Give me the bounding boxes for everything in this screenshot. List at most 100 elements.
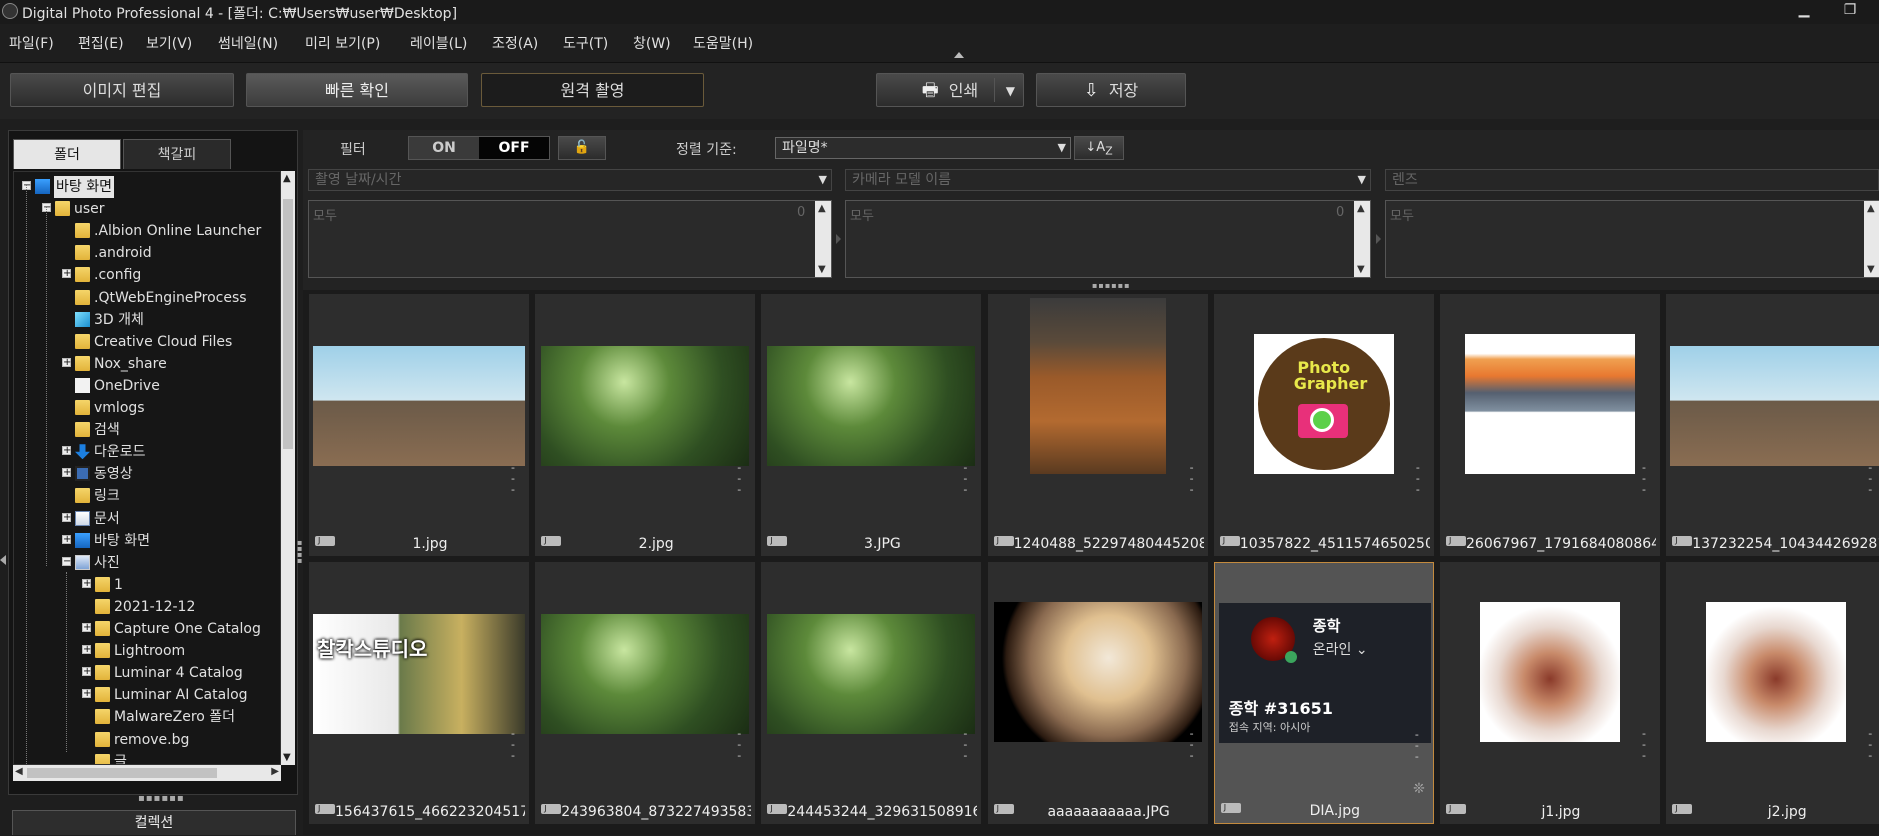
print-button[interactable]: 🖶 인쇄 ▼ xyxy=(876,73,1024,107)
tree-item[interactable]: + .config xyxy=(14,264,280,286)
thumbnail-image[interactable]: 종학 온라인 ⌄ 종학 #31651 접속 지역: 아시아 xyxy=(1218,603,1431,743)
thumbnail-cell[interactable]: - - - J 1.jpg xyxy=(309,294,529,556)
expand-icon[interactable]: + xyxy=(62,468,71,478)
tree-item[interactable]: Creative Cloud Files xyxy=(14,331,280,353)
tree-item[interactable]: .android xyxy=(14,242,280,264)
tree-item[interactable]: vmlogs xyxy=(14,397,280,419)
thumbnail-cell[interactable]: - - - Jaaaaaaaaaaa.JPG xyxy=(987,562,1208,824)
menu-view[interactable]: 보기(V) xyxy=(146,33,192,53)
expand-icon[interactable]: + xyxy=(62,357,71,367)
tree-item[interactable]: + 바탕 화면 xyxy=(14,530,280,552)
chevron-down-icon[interactable]: ▼ xyxy=(1006,74,1015,108)
tree-item[interactable]: + 문서 xyxy=(14,508,280,530)
thumbnail-cell[interactable]: - - - Jj1.jpg xyxy=(1440,562,1660,824)
image-edit-button[interactable]: 이미지 편집 xyxy=(10,73,234,107)
menu-edit[interactable]: 편집(E) xyxy=(78,33,124,53)
tree-vertical-scrollbar[interactable]: ▲ ▼ xyxy=(281,171,295,765)
expand-arrow-icon[interactable] xyxy=(836,234,841,244)
thumbnail-image[interactable] xyxy=(541,346,750,466)
expand-icon[interactable]: + xyxy=(62,512,71,522)
thumbnail-image[interactable] xyxy=(541,614,750,734)
thumbnail-cell[interactable]: - - - J 137232254_104344269281... xyxy=(1666,294,1879,556)
tree-item[interactable]: + Lightroom xyxy=(14,640,280,662)
tree-item[interactable]: 링크 xyxy=(14,485,280,507)
thumbnail-image[interactable] xyxy=(1465,334,1635,474)
expand-icon[interactable]: + xyxy=(82,689,91,699)
menu-tools[interactable]: 도구(T) xyxy=(563,33,608,53)
thumbnail-image[interactable]: 찰칵스튜디오 xyxy=(313,614,525,734)
panel-resize-grip[interactable]: ▪▪▪▪▪▪ xyxy=(138,793,185,804)
tree-item[interactable]: − user xyxy=(14,198,280,220)
thumbnail-image[interactable] xyxy=(1706,602,1847,742)
tree-item[interactable]: + Luminar AI Catalog xyxy=(14,684,280,706)
list-scrollbar[interactable]: ▲ ▼ xyxy=(815,201,831,277)
tree-horizontal-scrollbar[interactable]: ◀ ▶ xyxy=(13,765,281,781)
tree-item[interactable]: MalwareZero 폴더 xyxy=(14,706,280,728)
tree-item[interactable]: + Capture One Catalog xyxy=(14,618,280,640)
tree-item[interactable]: remove.bg xyxy=(14,729,280,751)
thumbnail-image[interactable] xyxy=(313,346,525,466)
tree-item[interactable]: 3D 개체 xyxy=(14,309,280,331)
thumbnail-cell[interactable]: - - - J 3.JPG xyxy=(761,294,982,556)
filter-lock-button[interactable]: 🔓 xyxy=(558,136,606,160)
filter-on[interactable]: ON xyxy=(409,137,479,159)
collapse-left-icon[interactable] xyxy=(0,555,6,565)
save-button[interactable]: ⇩ 저장 xyxy=(1036,73,1186,107)
menu-thumbnail[interactable]: 썸네일(N) xyxy=(218,33,278,53)
camera-model-list[interactable]: 모두 0 ▲ ▼ xyxy=(845,200,1371,278)
tree-item[interactable]: − 바탕 화면 xyxy=(14,176,280,198)
thumbnail-cell[interactable]: - - - J 2.jpg xyxy=(535,294,756,556)
camera-model-select[interactable]: 카메라 모델 이름 ▼ xyxy=(845,169,1371,191)
tree-item[interactable]: +1 xyxy=(14,574,280,596)
thumbnail-cell[interactable]: Photo Grapher - - - J 10357822_4511574650250.… xyxy=(1213,294,1434,556)
minimize-button[interactable]: ▁ xyxy=(1792,2,1816,22)
menu-window[interactable]: 창(W) xyxy=(633,33,671,53)
remote-shoot-button[interactable]: 원격 촬영 xyxy=(481,73,704,107)
expand-arrow-icon[interactable] xyxy=(1376,234,1381,244)
tree-item[interactable]: − 사진 xyxy=(14,552,280,574)
tree-item[interactable]: + 다운로드 xyxy=(14,441,280,463)
thumbnail-image[interactable]: Photo Grapher xyxy=(1253,334,1394,474)
expand-icon[interactable]: + xyxy=(82,578,91,588)
tab-folder[interactable]: 폴더 xyxy=(13,139,121,169)
tab-collection[interactable]: 컬렉션 xyxy=(12,810,296,835)
thumbnail-cell[interactable]: 찰칵스튜디오 - - - J 156437615_466223204517... xyxy=(309,562,529,824)
quick-check-button[interactable]: 빠른 확인 xyxy=(246,73,468,107)
thumbnail-cell[interactable]: - - - J 244453244_329631508916... xyxy=(761,562,982,824)
thumbnail-cell[interactable]: 종학 온라인 ⌄ 종학 #31651 접속 지역: 아시아 - - - ❊ J DIA.jpg xyxy=(1213,562,1434,824)
list-scrollbar[interactable]: ▲ ▼ xyxy=(1354,201,1370,277)
expand-icon[interactable]: + xyxy=(82,667,91,677)
thumbnail-image[interactable] xyxy=(993,602,1202,742)
thumbnail-image[interactable] xyxy=(1480,602,1620,742)
restore-button[interactable]: ❐ xyxy=(1838,2,1862,22)
thumbnail-cell[interactable]: - - - J 1240488_52297480445208... xyxy=(987,294,1208,556)
thumbnail-cell[interactable]: - - - Jj2.jpg xyxy=(1666,562,1879,824)
shoot-date-select[interactable]: 촬영 날짜/시간 ▼ xyxy=(308,169,832,191)
expand-icon[interactable]: + xyxy=(82,623,91,633)
thumbnail-cell[interactable]: - - - J 243963804_873227493583... xyxy=(535,562,756,824)
thumbnail-image[interactable] xyxy=(1670,346,1879,466)
shoot-date-list[interactable]: 모두 0 ▲ ▼ xyxy=(308,200,832,278)
filter-toggle[interactable]: ON OFF xyxy=(408,136,550,160)
thumbnail-image[interactable] xyxy=(767,346,976,466)
collapse-icon[interactable]: − xyxy=(62,556,71,566)
tree-item[interactable]: OneDrive xyxy=(14,375,280,397)
tree-item[interactable]: + 동영상 xyxy=(14,463,280,485)
tree-item[interactable]: .QtWebEngineProcess xyxy=(14,287,280,309)
expand-icon[interactable]: + xyxy=(62,446,71,456)
thumbnail-cell[interactable]: - - - J 26067967_1791684080864... xyxy=(1440,294,1660,556)
tree-item[interactable]: + Nox_share xyxy=(14,353,280,375)
lens-list[interactable]: 모두 ▲ ▼ xyxy=(1385,200,1879,278)
thumbnail-image[interactable] xyxy=(1029,298,1166,474)
collapse-toolbar-icon[interactable] xyxy=(954,52,964,58)
tree-item[interactable]: .Albion Online Launcher xyxy=(14,220,280,242)
list-scrollbar[interactable]: ▲ ▼ xyxy=(1864,201,1879,277)
expand-icon[interactable]: + xyxy=(62,534,71,544)
tab-bookmark[interactable]: 책갈피 xyxy=(123,139,231,169)
tree-item[interactable]: + Luminar 4 Catalog xyxy=(14,662,280,684)
tree-item[interactable]: 2021-12-12 xyxy=(14,596,280,618)
expand-icon[interactable]: + xyxy=(82,645,91,655)
menu-help[interactable]: 도움말(H) xyxy=(693,33,753,53)
menu-preview[interactable]: 미리 보기(P) xyxy=(305,33,380,53)
menu-label[interactable]: 레이블(L) xyxy=(410,33,467,53)
